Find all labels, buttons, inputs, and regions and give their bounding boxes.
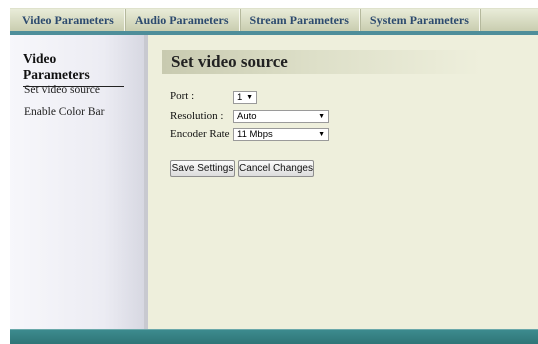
sidebar-item-set-video-source[interactable]: Set video source [24, 84, 100, 96]
port-label: Port : [170, 90, 195, 102]
chevron-down-icon: ▼ [318, 113, 325, 120]
cancel-changes-button[interactable]: Cancel Changes [238, 160, 314, 177]
encoder-rate-select[interactable]: 11 Mbps ▼ [233, 128, 329, 141]
resolution-label: Resolution : [170, 110, 224, 122]
footer-bar [10, 329, 538, 344]
tab-stream-parameters[interactable]: Stream Parameters [240, 9, 360, 31]
encoder-rate-label: Encoder Rate : [170, 128, 236, 140]
chevron-down-icon: ▼ [318, 131, 325, 138]
save-settings-button[interactable]: Save Settings [170, 160, 235, 177]
tab-video-parameters[interactable]: Video Parameters [10, 9, 125, 31]
resolution-value: Auto [237, 111, 257, 122]
port-select[interactable]: 1 ▼ [233, 91, 257, 104]
port-value: 1 [237, 92, 243, 103]
page-title: Set video source [171, 52, 288, 71]
chevron-down-icon: ▼ [246, 94, 253, 101]
sidebar-title: Video Parameters [23, 51, 124, 87]
tab-system-parameters[interactable]: System Parameters [360, 9, 480, 31]
main-panel: Set video source Port : 1 ▼ Resolution :… [148, 35, 538, 329]
top-navigation: Video Parameters Audio Parameters Stream… [10, 8, 538, 32]
heading-bar: Set video source [162, 50, 538, 74]
resolution-select[interactable]: Auto ▼ [233, 110, 329, 123]
sidebar: Video Parameters Set video source Enable… [10, 35, 148, 329]
encoder-rate-value: 11 Mbps [237, 129, 273, 140]
tab-audio-parameters[interactable]: Audio Parameters [125, 9, 240, 31]
sidebar-item-enable-color-bar[interactable]: Enable Color Bar [24, 106, 104, 118]
